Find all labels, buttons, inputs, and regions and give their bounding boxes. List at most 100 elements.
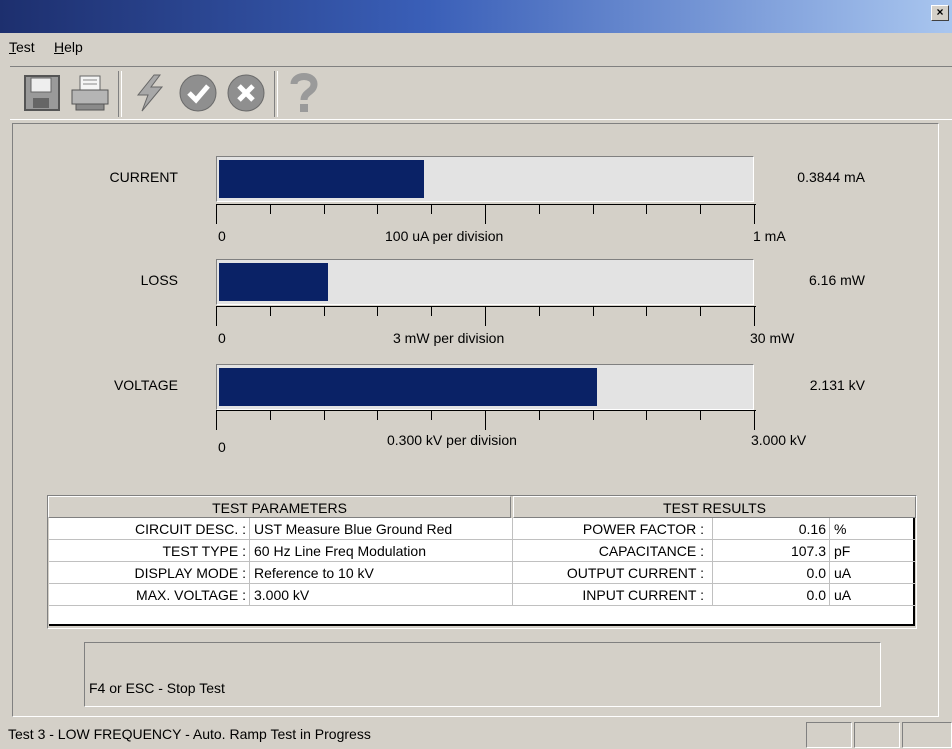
status-pane — [806, 722, 852, 748]
current-scale-min: 0 — [218, 228, 226, 244]
print-button[interactable] — [68, 71, 112, 115]
ok-button[interactable] — [176, 71, 220, 115]
scale-tick — [646, 410, 648, 420]
status-bar: Test 3 - LOW FREQUENCY - Auto. Ramp Test… — [0, 719, 952, 749]
loss-value: 6.16 mW — [808, 272, 865, 288]
voltage-value: 2.131 kV — [809, 377, 865, 393]
scale-tick — [646, 204, 648, 214]
menu-help-label: elp — [64, 39, 83, 55]
loss-scale-min: 0 — [218, 330, 226, 346]
loss-scale — [216, 306, 756, 326]
scale-tick — [216, 410, 217, 430]
start-test-button[interactable] — [128, 71, 172, 115]
result-label: INPUT CURRENT : — [513, 584, 713, 606]
toolbar-separator — [274, 71, 278, 117]
test-results-header: TEST RESULTS — [513, 496, 916, 518]
param-label: TEST TYPE : — [49, 540, 250, 562]
test-parameters-header: TEST PARAMETERS — [48, 496, 511, 518]
menu-help-accel: H — [54, 39, 65, 55]
result-unit: % — [830, 518, 915, 540]
result-value: 0.16 — [713, 518, 830, 540]
message-box: F4 or ESC - Stop Test — [84, 642, 881, 707]
lightning-icon — [136, 74, 164, 112]
loss-scale-max: 30 mW — [750, 330, 795, 346]
cancel-button[interactable] — [224, 71, 268, 115]
result-label: POWER FACTOR : — [513, 518, 713, 540]
scale-tick — [592, 306, 594, 316]
current-bar-fill — [219, 160, 424, 198]
result-unit: pF — [830, 540, 915, 562]
scale-tick — [538, 410, 540, 420]
help-button[interactable] — [282, 71, 326, 115]
scale-tick — [431, 306, 433, 316]
table-body: CIRCUIT DESC. : UST Measure Blue Ground … — [49, 518, 915, 626]
scale-tick — [216, 306, 217, 326]
scale-tick — [431, 410, 433, 420]
param-label: MAX. VOLTAGE : — [49, 584, 250, 606]
scale-tick — [754, 204, 755, 224]
voltage-bar — [216, 364, 754, 410]
current-bar — [216, 156, 754, 202]
scale-tick — [538, 306, 540, 316]
menu-help[interactable]: Help — [54, 39, 83, 55]
result-unit: uA — [830, 584, 915, 606]
toolbar — [10, 66, 952, 120]
param-value: Reference to 10 kV — [250, 562, 513, 584]
scale-tick — [269, 410, 271, 420]
loss-bar-fill — [219, 263, 329, 301]
status-pane — [854, 722, 900, 748]
scale-tick — [269, 306, 271, 316]
test-table: TEST PARAMETERS TEST RESULTS CIRCUIT DES… — [47, 495, 917, 629]
current-value: 0.3844 mA — [797, 169, 865, 185]
close-button[interactable]: × — [931, 5, 949, 21]
menu-test-accel: T — [9, 39, 16, 55]
menu-bar: Test Help — [0, 33, 952, 61]
print-icon — [71, 75, 109, 111]
scale-line — [216, 410, 756, 411]
result-value: 0.0 — [713, 584, 830, 606]
voltage-scale-min: 0 — [218, 439, 226, 455]
menu-test-label: est — [16, 39, 35, 55]
param-label: DISPLAY MODE : — [49, 562, 250, 584]
toolbar-separator — [118, 71, 122, 117]
result-value: 0.0 — [713, 562, 830, 584]
scale-tick — [754, 306, 755, 326]
loss-label: LOSS — [140, 272, 178, 288]
current-scale-division: 100 uA per division — [385, 228, 504, 244]
result-value: 107.3 — [713, 540, 830, 562]
scale-line — [216, 306, 756, 307]
scale-tick — [216, 204, 217, 224]
scale-tick — [538, 204, 540, 214]
status-text: Test 3 - LOW FREQUENCY - Auto. Ramp Test… — [8, 726, 371, 742]
scale-tick — [323, 410, 325, 420]
loss-scale-division: 3 mW per division — [393, 330, 505, 346]
scale-tick — [377, 410, 379, 420]
voltage-scale-max: 3.000 kV — [751, 432, 807, 448]
scale-line — [216, 204, 756, 205]
loss-bar — [216, 259, 754, 305]
param-value: UST Measure Blue Ground Red — [250, 518, 513, 540]
param-value: 3.000 kV — [250, 584, 513, 606]
result-label: OUTPUT CURRENT : — [513, 562, 713, 584]
status-pane — [902, 722, 952, 748]
param-label: CIRCUIT DESC. : — [49, 518, 250, 540]
scale-tick — [646, 306, 648, 316]
scale-tick — [485, 204, 486, 224]
param-value: 60 Hz Line Freq Modulation — [250, 540, 513, 562]
scale-tick — [323, 306, 325, 316]
scale-tick — [700, 410, 702, 420]
question-mark-icon — [290, 73, 318, 112]
save-button[interactable] — [20, 71, 64, 115]
scale-tick — [485, 306, 486, 326]
scale-tick — [431, 204, 433, 214]
voltage-scale-division: 0.300 kV per division — [387, 432, 517, 448]
scale-tick — [269, 204, 271, 214]
menu-test[interactable]: Test — [9, 39, 35, 55]
check-circle-icon — [179, 74, 217, 112]
scale-tick — [377, 306, 379, 316]
scale-tick — [377, 204, 379, 214]
current-scale-max: 1 mA — [753, 228, 786, 244]
stop-test-hint: F4 or ESC - Stop Test — [89, 680, 225, 696]
voltage-bar-fill — [219, 368, 597, 406]
scale-tick — [592, 410, 594, 420]
